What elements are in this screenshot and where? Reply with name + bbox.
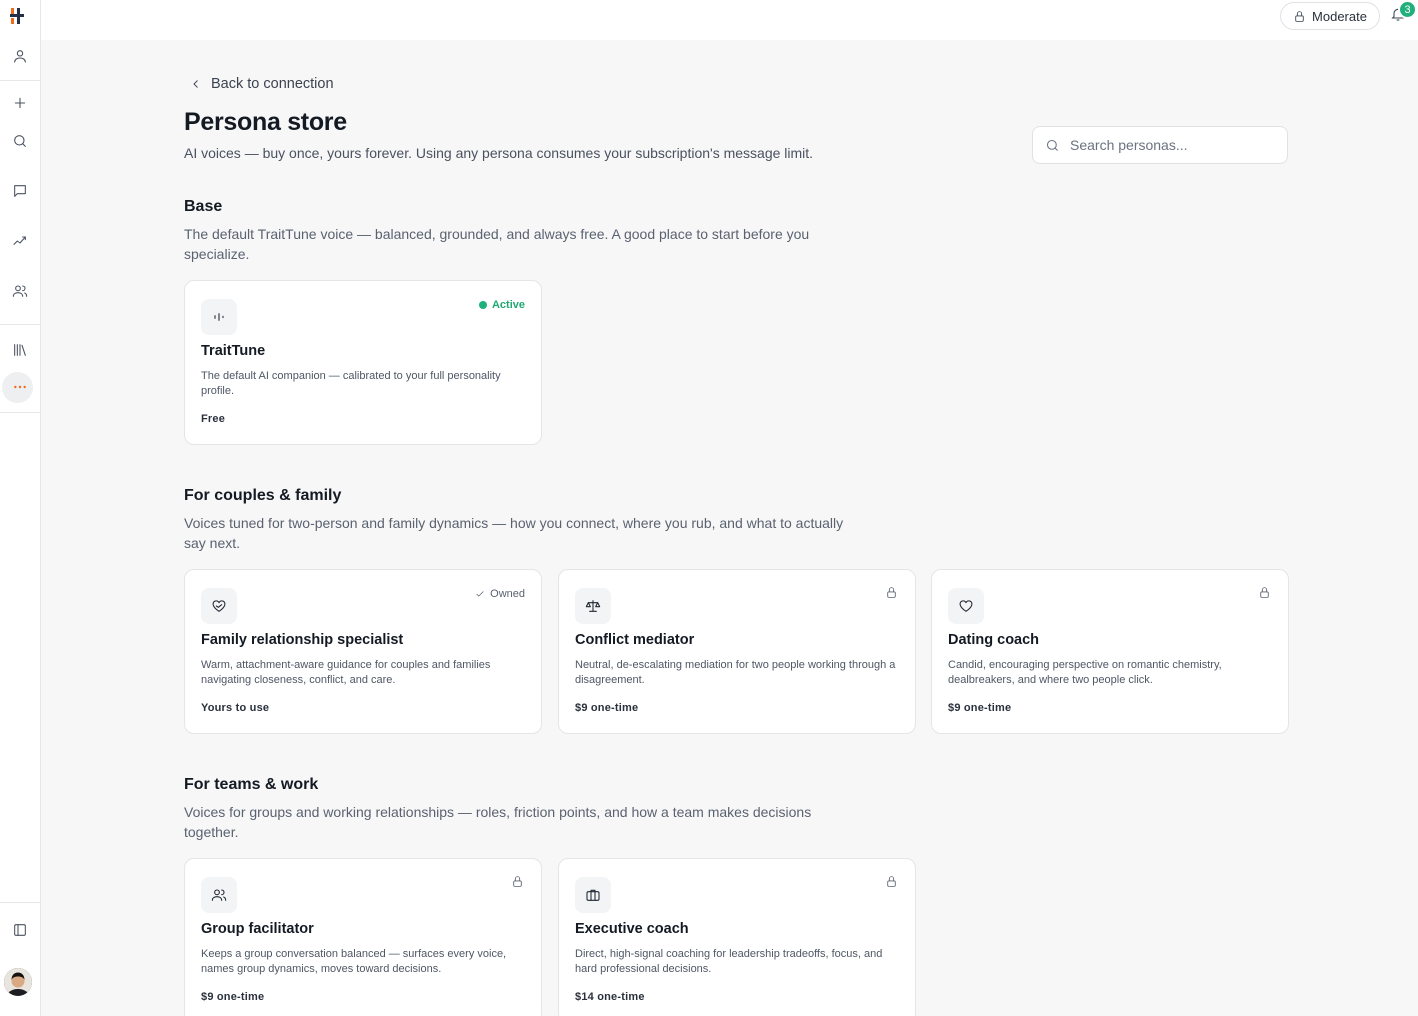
app-logo[interactable] <box>9 7 25 25</box>
persona-icon <box>201 299 237 335</box>
sidebar-divider <box>0 324 40 325</box>
persona-name: Dating coach <box>948 632 1040 648</box>
persona-icon <box>575 588 611 624</box>
page-title: Persona store <box>184 108 347 136</box>
persona-icon <box>948 588 984 624</box>
persona-price: Free <box>201 413 226 425</box>
persona-price: $9 one-time <box>575 702 639 714</box>
lock-icon <box>1295 10 1304 22</box>
scale-icon <box>585 600 601 612</box>
more-icon <box>14 385 26 389</box>
avatar[interactable] <box>4 968 32 996</box>
plus-icon <box>14 97 26 109</box>
moderation-mode-label: Moderate <box>1312 8 1367 24</box>
sidebar-item-search[interactable] <box>0 126 40 156</box>
page-subtitle: AI voices — buy once, yours forever. Usi… <box>184 145 814 161</box>
persona-description: Direct, high-signal coaching for leaders… <box>575 948 883 975</box>
persona-card-family-relationship-specialist[interactable]: Owned Family relationship specialist War… <box>184 569 542 734</box>
sidebar-item-more[interactable] <box>0 372 40 402</box>
search-input[interactable] <box>1070 137 1270 153</box>
sidebar-item-chat[interactable] <box>0 176 40 206</box>
persona-description: Candid, encouraging perspective on roman… <box>948 659 1222 686</box>
status-label: Active <box>491 299 525 311</box>
waveform-icon <box>214 313 224 321</box>
section-description-base: The default TraitTune voice — balanced, … <box>184 226 810 262</box>
persona-icon <box>201 588 237 624</box>
persona-price: Yours to use <box>201 702 270 714</box>
persona-card-dating-coach[interactable]: Dating coach Candid, encouraging perspec… <box>931 569 1289 734</box>
section-title-teams-work: For teams & work <box>184 776 319 793</box>
persona-name: Group facilitator <box>201 921 314 937</box>
locked-icon <box>1258 586 1272 600</box>
persona-description: Keeps a group conversation balanced — su… <box>201 948 507 975</box>
sidebar-divider <box>0 80 40 81</box>
sidebar-toggle-icon <box>14 924 26 936</box>
heart-handshake-icon <box>212 600 226 612</box>
persona-name: TraitTune <box>201 343 266 359</box>
locked-icon <box>885 586 899 600</box>
sidebar-item-library[interactable] <box>0 335 40 365</box>
chevron-left-icon <box>193 80 198 88</box>
active-dot <box>478 301 487 309</box>
persona-name: Conflict mediator <box>575 632 695 648</box>
section-title-base: Base <box>184 198 223 215</box>
persona-icon <box>201 877 237 913</box>
persona-price: $14 one-time <box>575 991 645 1003</box>
status-label: Owned <box>490 588 525 600</box>
section-description-teams-work: Voices for groups and working relationsh… <box>184 804 812 840</box>
persona-card-group-facilitator[interactable]: Group facilitator Keeps a group conversa… <box>184 858 542 1016</box>
section-description-couples-family: Voices tuned for two-person and family d… <box>184 515 844 551</box>
persona-icon <box>575 877 611 913</box>
top-bar <box>41 0 1418 40</box>
sidebar-item-profile[interactable] <box>0 41 40 71</box>
persona-name: Executive coach <box>575 921 689 937</box>
persona-price: $9 one-time <box>948 702 1012 714</box>
sidebar-divider <box>0 902 40 903</box>
message-icon <box>14 185 26 197</box>
search-icon <box>1046 139 1058 151</box>
back-link[interactable]: Back to connection <box>190 74 334 94</box>
persona-price: $9 one-time <box>201 991 265 1003</box>
briefcase-icon <box>586 889 600 901</box>
persona-description: The default AI companion — calibrated to… <box>201 370 501 397</box>
sidebar-item-new[interactable] <box>0 88 40 118</box>
search-icon <box>14 135 26 147</box>
persona-card-executive-coach[interactable]: Executive coach Direct, high-signal coac… <box>558 858 916 1016</box>
locked-icon <box>511 875 525 889</box>
users-icon <box>211 889 227 901</box>
sidebar-item-insights[interactable] <box>0 226 40 256</box>
persona-name: Family relationship specialist <box>201 632 404 648</box>
section-title-couples-family: For couples & family <box>184 487 342 504</box>
persona-description: Warm, attachment-aware guidance for coup… <box>201 659 491 686</box>
moderation-mode-button[interactable]: Moderate <box>1280 2 1380 30</box>
check-icon <box>476 591 484 597</box>
notification-count-badge: 3 <box>1398 0 1417 19</box>
persona-description: Neutral, de-escalating mediation for two… <box>575 659 896 686</box>
user-icon <box>14 50 26 63</box>
sparkle-icon <box>13 236 26 245</box>
status-badge-owned: Owned <box>475 588 525 600</box>
library-icon <box>14 344 26 356</box>
persona-card-conflict-mediator[interactable]: Conflict mediator Neutral, de-escalating… <box>558 569 916 734</box>
sidebar <box>0 0 41 1016</box>
heart-icon <box>959 600 973 612</box>
users-icon <box>12 285 28 297</box>
sidebar-item-people[interactable] <box>0 276 40 306</box>
status-badge-active: Active <box>478 299 525 311</box>
locked-icon <box>885 875 899 889</box>
back-link-label: Back to connection <box>211 76 334 92</box>
search-box <box>1032 126 1288 164</box>
sidebar-divider <box>0 412 40 413</box>
persona-card-traittune[interactable]: Active TraitTune The default AI companio… <box>184 280 542 445</box>
sidebar-collapse-button[interactable] <box>0 915 40 945</box>
